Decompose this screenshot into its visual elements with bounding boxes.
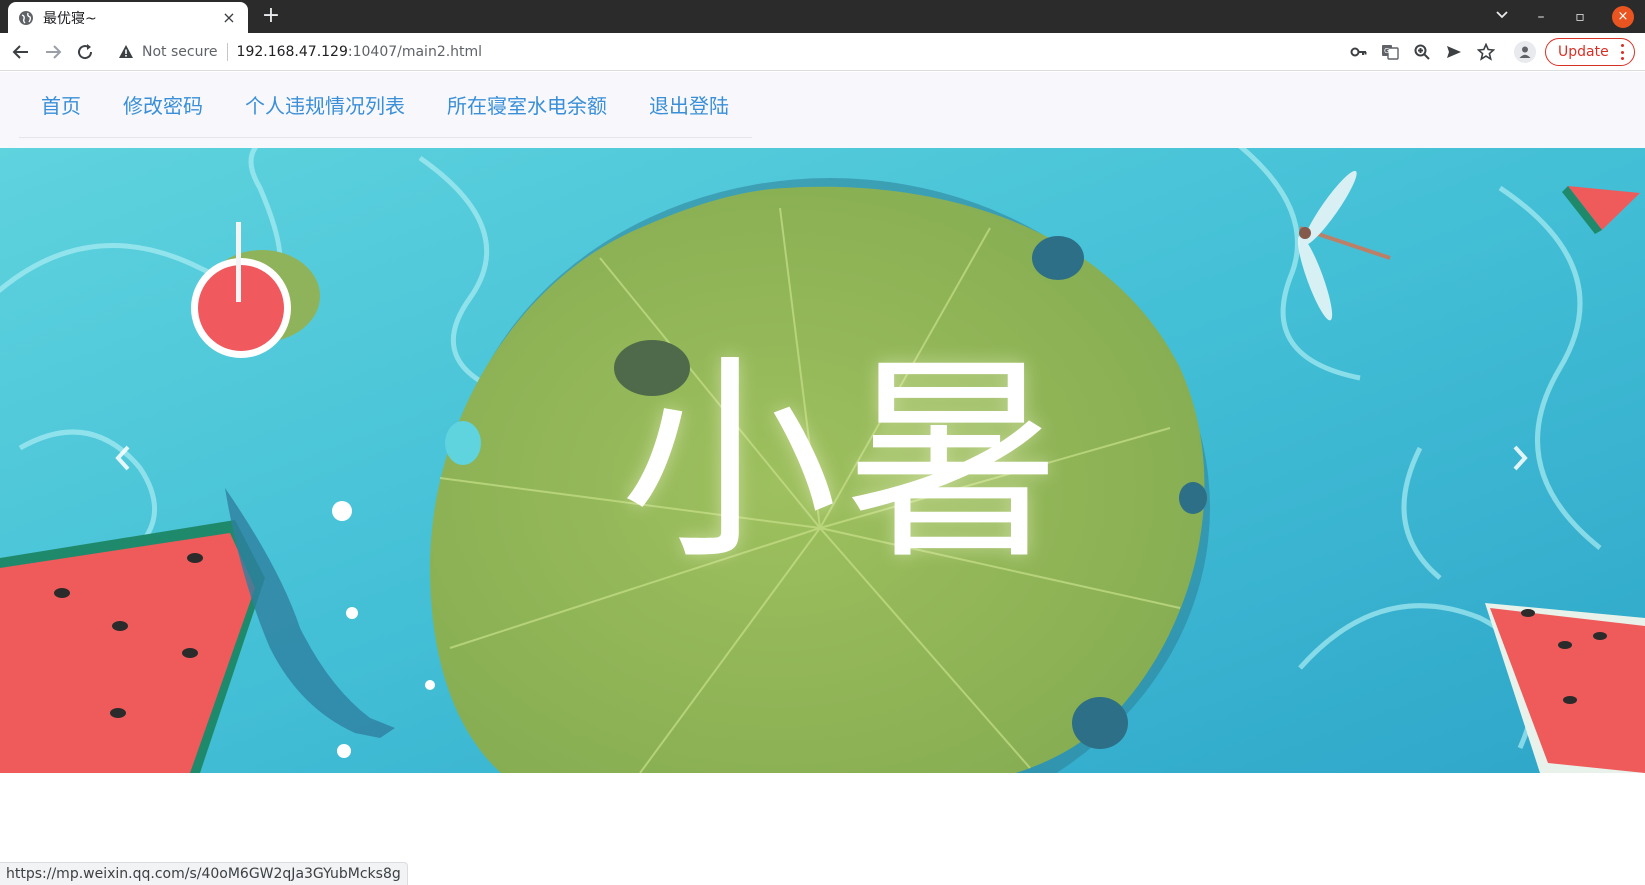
kebab-menu-icon: [1621, 44, 1625, 60]
bookmark-star-icon[interactable]: [1476, 42, 1496, 62]
forward-button[interactable]: [40, 39, 66, 65]
security-label[interactable]: Not secure: [142, 44, 218, 60]
globe-icon: [18, 10, 34, 26]
update-button-label: Update: [1558, 44, 1609, 60]
reload-button[interactable]: [72, 39, 98, 65]
tab-strip: 最优寝~ × + – ▫ ×: [0, 0, 1645, 33]
carousel-next-button[interactable]: [1500, 428, 1540, 488]
nav-link-logout[interactable]: 退出登陆: [649, 90, 729, 119]
restore-button[interactable]: ▫: [1566, 4, 1594, 30]
nav-link-change-password[interactable]: 修改密码: [123, 90, 203, 119]
back-button[interactable]: [8, 39, 34, 65]
url-path: :10407/main2.html: [347, 44, 483, 60]
omnibox-divider: [226, 43, 228, 61]
url-host: 192.168.47.129: [236, 44, 348, 60]
update-button[interactable]: Update: [1545, 38, 1635, 66]
minimize-button[interactable]: –: [1527, 4, 1555, 30]
warning-icon: [119, 45, 133, 58]
tab-close-icon[interactable]: ×: [220, 8, 238, 27]
chevron-right-icon: [1513, 445, 1528, 471]
address-bar[interactable]: Not secure 192.168.47.129:10407/main2.ht…: [108, 37, 1508, 67]
carousel-prev-button[interactable]: [103, 428, 143, 488]
banner-carousel[interactable]: 小暑: [0, 148, 1645, 773]
nav-link-home[interactable]: 首页: [41, 90, 81, 119]
site-navbar: 首页 修改密码 个人违规情况列表 所在寝室水电余额 退出登陆: [0, 72, 1645, 148]
browser-toolbar: Not secure 192.168.47.129:10407/main2.ht…: [0, 33, 1645, 71]
slide-title: 小暑: [620, 336, 1068, 589]
link-status-bubble: https://mp.weixin.qq.com/s/40oM6GW2qJa3G…: [0, 862, 408, 885]
translate-icon[interactable]: G: [1380, 42, 1400, 62]
nav-link-utility-balance[interactable]: 所在寝室水电余额: [447, 90, 607, 119]
nav-link-violations[interactable]: 个人违规情况列表: [245, 90, 405, 119]
profile-avatar-icon[interactable]: [1514, 41, 1536, 63]
tab-search-icon[interactable]: [1488, 4, 1516, 30]
chevron-left-icon: [115, 445, 130, 471]
new-tab-button[interactable]: +: [258, 4, 284, 30]
browser-tab[interactable]: 最优寝~ ×: [8, 2, 248, 33]
key-icon[interactable]: [1349, 42, 1369, 62]
send-icon[interactable]: [1444, 42, 1464, 62]
page-content: 首页 修改密码 个人违规情况列表 所在寝室水电余额 退出登陆 小暑: [0, 72, 1645, 885]
zoom-icon[interactable]: [1412, 42, 1432, 62]
close-window-button[interactable]: ×: [1612, 6, 1634, 28]
tab-title: 最优寝~: [43, 10, 97, 27]
svg-text:G: G: [1384, 47, 1389, 55]
nav-links: 首页 修改密码 个人违规情况列表 所在寝室水电余额 退出登陆: [19, 72, 752, 138]
